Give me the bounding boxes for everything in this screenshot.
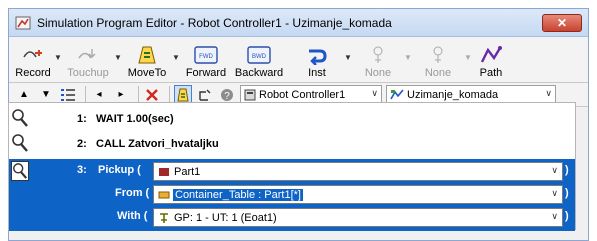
inst-icon bbox=[306, 43, 328, 67]
touchup-button[interactable]: Touchup bbox=[63, 39, 113, 82]
chevron-down-icon[interactable]: ∨ bbox=[551, 188, 558, 199]
from-container-select[interactable]: Container_Table : Part1[*] ∨ bbox=[153, 185, 563, 204]
with-tool-select[interactable]: GP: 1 - UT: 1 (Eoat1) ∨ bbox=[153, 208, 563, 227]
touchup-dropdown-arrow[interactable]: ▼ bbox=[113, 39, 123, 82]
none-dropdown-arrow-1[interactable]: ▼ bbox=[403, 39, 413, 82]
record-label: Record bbox=[15, 67, 51, 79]
none-label-2: None bbox=[424, 67, 452, 79]
inst-label: Inst bbox=[308, 67, 326, 79]
none-dropdown-arrow-2[interactable]: ▼ bbox=[463, 39, 473, 82]
program-line-1[interactable]: 1: WAIT 1.00(sec) bbox=[9, 107, 575, 130]
magnifier-icon[interactable] bbox=[11, 161, 29, 181]
forward-button[interactable]: FWD Forward bbox=[181, 39, 231, 82]
with-label: With ( bbox=[117, 210, 148, 222]
with-row: With ( GP: 1 - UT: 1 (Eoat1) ∨ ) bbox=[9, 207, 575, 230]
pickup-label: Pickup ( bbox=[98, 164, 141, 176]
line-number: 1: bbox=[77, 112, 87, 125]
line-number: 3: bbox=[77, 164, 87, 176]
moveto-button[interactable]: MoveTo bbox=[123, 39, 171, 82]
close-paren: ) bbox=[565, 210, 569, 222]
program-icon bbox=[390, 88, 404, 99]
pickup-row: 3: Pickup ( Part1 ∨ ) bbox=[9, 161, 575, 184]
line-command: CALL Zatvori_hvataljku bbox=[96, 137, 219, 150]
moveto-dropdown-arrow[interactable]: ▼ bbox=[171, 39, 181, 82]
forward-icon: FWD bbox=[194, 43, 218, 67]
backward-label: Backward bbox=[234, 67, 284, 79]
toolbar-divider bbox=[138, 85, 139, 104]
record-button[interactable]: Record bbox=[13, 39, 53, 82]
toolbar-divider bbox=[169, 85, 170, 104]
controller-value: Robot Controller1 bbox=[259, 88, 346, 101]
svg-text:FWD: FWD bbox=[199, 54, 213, 60]
chevron-down-icon[interactable]: ∨ bbox=[371, 88, 378, 99]
with-value: GP: 1 - UT: 1 (Eoat1) bbox=[174, 211, 277, 224]
svg-text:BWD: BWD bbox=[252, 54, 267, 60]
toolbar-divider bbox=[85, 85, 86, 104]
magnifier-icon[interactable] bbox=[11, 133, 29, 153]
none-button-2[interactable]: None bbox=[413, 39, 463, 82]
pickup-part-select[interactable]: Part1 ∨ bbox=[153, 162, 563, 181]
chevron-down-icon[interactable]: ∨ bbox=[551, 165, 558, 176]
from-label: From ( bbox=[115, 187, 150, 199]
none-icon bbox=[372, 43, 384, 67]
from-row: From ( Container_Table : Part1[*] ∨ ) bbox=[9, 184, 575, 207]
app-icon bbox=[15, 16, 31, 29]
moveto-label: MoveTo bbox=[127, 67, 167, 79]
touchup-label: Touchup bbox=[67, 67, 109, 79]
magnifier-icon[interactable] bbox=[11, 108, 29, 128]
selected-program-line[interactable]: 3: Pickup ( Part1 ∨ ) From ( Container_T… bbox=[9, 159, 575, 231]
inst-dropdown-arrow[interactable]: ▼ bbox=[343, 39, 353, 82]
backward-icon: BWD bbox=[247, 43, 271, 67]
close-paren: ) bbox=[565, 164, 569, 176]
ribbon-toolbar: Record ▼ Touchup ▼ MoveTo ▼ FWD Forward … bbox=[9, 37, 588, 83]
close-button[interactable]: ✕ bbox=[542, 14, 582, 32]
moveto-icon bbox=[135, 43, 159, 67]
chevron-down-icon[interactable]: ∨ bbox=[545, 88, 552, 99]
pickup-value: Part1 bbox=[174, 165, 201, 178]
svg-text:?: ? bbox=[224, 91, 230, 102]
container-icon bbox=[158, 191, 170, 198]
path-icon bbox=[479, 43, 503, 67]
part-icon bbox=[159, 167, 169, 176]
path-button[interactable]: Path bbox=[473, 39, 509, 82]
chevron-down-icon[interactable]: ∨ bbox=[551, 211, 558, 222]
record-dropdown-arrow[interactable]: ▼ bbox=[53, 39, 63, 82]
path-label: Path bbox=[479, 67, 503, 79]
tool-icon bbox=[160, 212, 168, 223]
title-bar[interactable]: Simulation Program Editor - Robot Contro… bbox=[9, 9, 588, 37]
none-icon bbox=[432, 43, 444, 67]
program-line-2[interactable]: 2: CALL Zatvori_hvataljku bbox=[9, 132, 575, 155]
backward-button[interactable]: BWD Backward bbox=[231, 39, 287, 82]
from-value: Container_Table : Part1[*] bbox=[173, 188, 303, 201]
window-title: Simulation Program Editor - Robot Contro… bbox=[37, 15, 392, 30]
program-value: Uzimanje_komada bbox=[407, 88, 499, 101]
record-icon bbox=[22, 43, 44, 67]
touchup-icon bbox=[77, 43, 99, 67]
program-listing[interactable]: 1: WAIT 1.00(sec) 2: CALL Zatvori_hvatal… bbox=[8, 102, 576, 231]
none-button-1[interactable]: None bbox=[353, 39, 403, 82]
line-command: WAIT 1.00(sec) bbox=[96, 112, 174, 125]
line-number: 2: bbox=[77, 137, 87, 150]
inst-button[interactable]: Inst bbox=[291, 39, 343, 82]
controller-icon bbox=[244, 89, 256, 100]
none-label-1: None bbox=[364, 67, 392, 79]
close-paren: ) bbox=[565, 187, 569, 199]
forward-label: Forward bbox=[185, 67, 227, 79]
